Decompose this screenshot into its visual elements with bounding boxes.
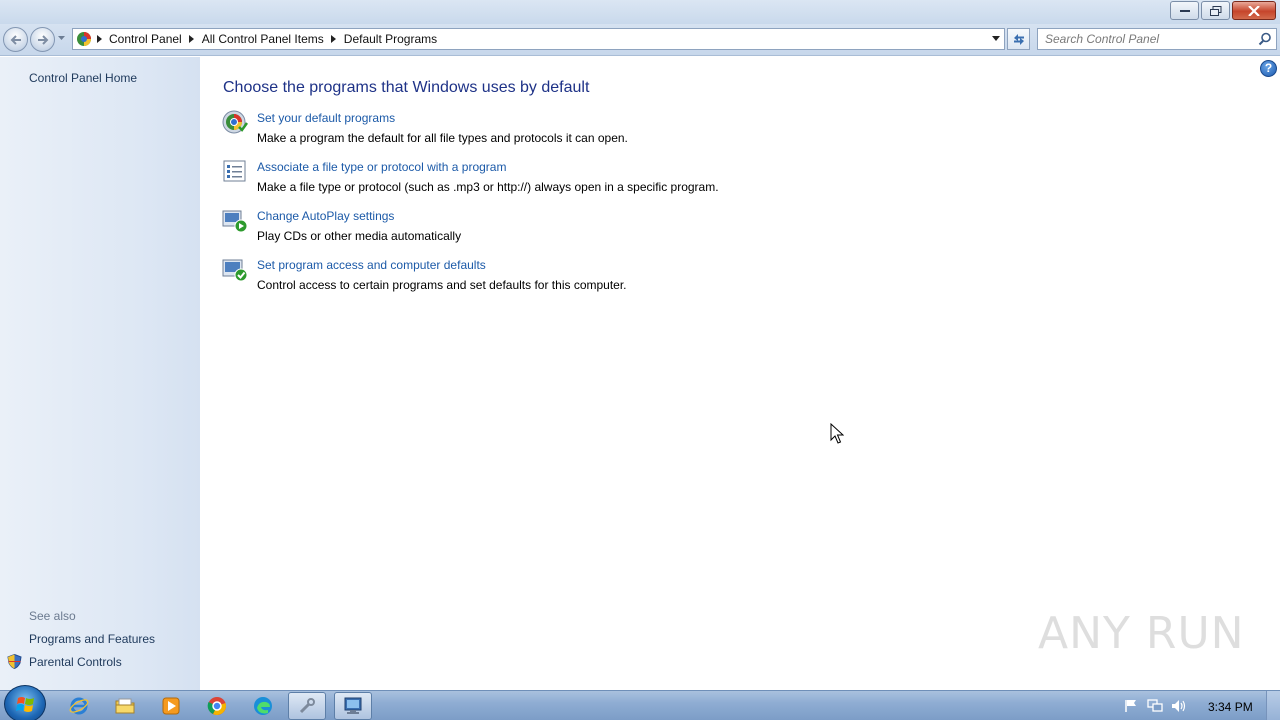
default-programs-icon: [222, 110, 248, 134]
main-content: ? Choose the programs that Windows uses …: [200, 57, 1280, 690]
shield-icon: [7, 654, 22, 669]
windows-logo-icon: [16, 697, 34, 712]
help-icon[interactable]: ?: [1260, 60, 1277, 77]
associate-file-type-link[interactable]: Associate a file type or protocol with a…: [257, 160, 506, 174]
mouse-cursor-icon: [830, 423, 844, 444]
page-title: Choose the programs that Windows uses by…: [223, 79, 590, 96]
network-icon[interactable]: [1147, 699, 1163, 713]
breadcrumb-separator-icon: [186, 35, 198, 43]
media-player-icon: [162, 697, 180, 715]
search-box[interactable]: [1037, 28, 1277, 50]
control-panel-icon: [77, 32, 91, 46]
control-panel-home-link[interactable]: Control Panel Home: [29, 71, 137, 85]
recent-pages-dropdown-icon[interactable]: [58, 36, 65, 41]
minimize-icon: [1179, 9, 1190, 12]
taskbar-media-player[interactable]: [152, 692, 190, 720]
change-autoplay-link[interactable]: Change AutoPlay settings: [257, 209, 394, 223]
minimize-button[interactable]: [1170, 1, 1199, 20]
set-default-programs-link[interactable]: Set your default programs: [257, 111, 395, 125]
forward-button[interactable]: [30, 27, 55, 52]
address-dropdown-icon[interactable]: [992, 36, 1000, 41]
maximize-button[interactable]: [1201, 1, 1230, 20]
maximize-icon: [1209, 5, 1221, 16]
taskbar-control-panel[interactable]: [334, 692, 372, 720]
control-panel-icon: [344, 697, 362, 714]
refresh-icon: [1013, 34, 1024, 45]
associate-file-type-description: Make a file type or protocol (such as .m…: [257, 180, 719, 194]
window-controls: [1168, 1, 1276, 20]
left-navigation-pane: Control Panel Home See also Programs and…: [0, 57, 200, 690]
taskbar-file-explorer[interactable]: [106, 692, 144, 720]
breadcrumb-default-programs[interactable]: Default Programs: [340, 29, 441, 49]
address-bar[interactable]: Control Panel All Control Panel Items De…: [72, 28, 1005, 50]
breadcrumb-all-control-panel-items[interactable]: All Control Panel Items: [198, 29, 328, 49]
watermark-logo: ANY RUN: [1038, 608, 1245, 659]
taskbar-internet-explorer[interactable]: [60, 692, 98, 720]
chrome-icon: [207, 697, 226, 715]
breadcrumb-control-panel[interactable]: Control Panel: [105, 29, 186, 49]
action-center-flag-icon[interactable]: [1124, 699, 1138, 713]
edge-icon: [254, 697, 272, 715]
start-button[interactable]: [4, 685, 46, 720]
back-arrow-icon: [10, 35, 21, 45]
breadcrumb-separator-icon: [93, 35, 105, 43]
programs-and-features-link[interactable]: Programs and Features: [29, 632, 155, 646]
search-input[interactable]: [1038, 29, 1248, 49]
close-icon: [1248, 5, 1260, 16]
tool-icon: [299, 698, 315, 714]
forward-arrow-icon: [38, 35, 49, 45]
taskbar-edge[interactable]: [244, 692, 282, 720]
change-autoplay-description: Play CDs or other media automatically: [257, 229, 462, 243]
set-default-programs-description: Make a program the default for all file …: [257, 131, 628, 145]
file-explorer-icon: [115, 698, 135, 714]
back-button[interactable]: [3, 27, 28, 52]
show-desktop-button[interactable]: [1266, 691, 1280, 720]
program-access-icon: [222, 259, 248, 282]
volume-icon[interactable]: [1171, 699, 1187, 713]
program-access-link[interactable]: Set program access and computer defaults: [257, 258, 486, 272]
file-association-icon: [223, 160, 246, 182]
taskbar-chrome[interactable]: [198, 692, 236, 720]
close-button[interactable]: [1232, 1, 1276, 20]
search-icon[interactable]: [1258, 32, 1272, 46]
see-also-heading: See also: [29, 609, 76, 623]
autoplay-icon: [222, 210, 248, 233]
program-access-description: Control access to certain programs and s…: [257, 278, 627, 292]
system-clock[interactable]: 3:34 PM: [1208, 700, 1253, 714]
taskbar: 3:34 PM: [0, 685, 1280, 720]
navigation-bar: Control Panel All Control Panel Items De…: [0, 24, 1280, 56]
internet-explorer-icon: [69, 697, 89, 715]
taskbar-tool[interactable]: [288, 692, 326, 720]
parental-controls-link[interactable]: Parental Controls: [29, 655, 122, 669]
title-bar: [0, 0, 1280, 24]
refresh-button[interactable]: [1007, 28, 1030, 50]
breadcrumb-separator-icon: [328, 35, 340, 43]
